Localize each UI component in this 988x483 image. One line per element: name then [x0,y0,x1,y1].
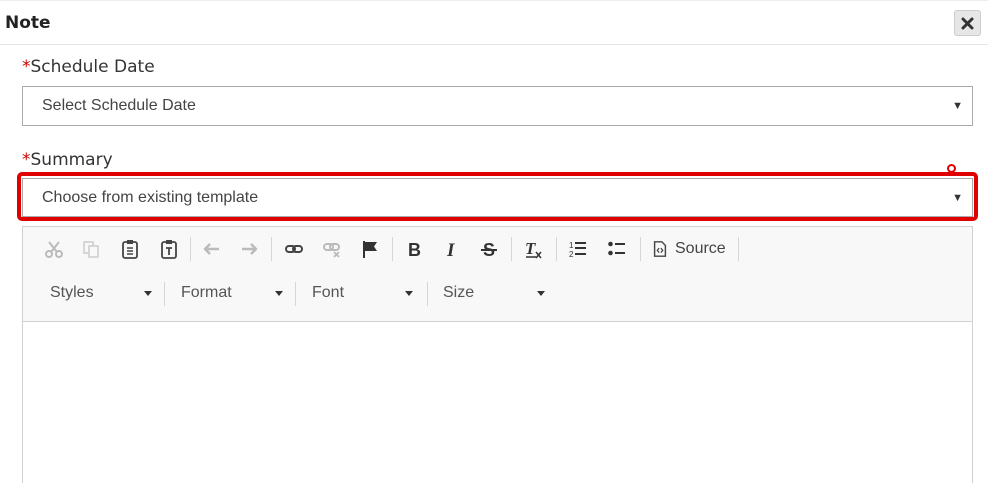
italic-icon: I [446,240,455,259]
bulleted-list-button[interactable] [604,236,630,262]
bulleted-list-icon [608,241,625,256]
styles-combo[interactable]: Styles [50,281,160,307]
link-button[interactable] [281,236,307,262]
bold-icon: B [408,240,421,259]
highlight-box [17,172,978,221]
strikethrough-button[interactable]: S [476,236,502,262]
paste-button[interactable] [117,236,143,262]
toolbar-separator [271,237,272,261]
redo-icon [242,243,258,255]
undo-icon [203,243,219,255]
schedule-date-label: *Schedule Date [22,57,155,77]
font-combo-label: Font [312,284,345,301]
summary-label-text: Summary [30,150,113,170]
clipboard-icon [122,240,138,259]
source-label: Source [675,240,726,257]
format-combo[interactable]: Format [181,281,291,307]
size-combo-label: Size [443,284,475,301]
chevron-down-icon [275,291,283,296]
toolbar-separator [427,282,428,306]
toolbar-separator [738,237,739,261]
summary-label: *Summary [22,150,113,170]
redo-button[interactable] [236,236,262,262]
toolbar-separator [640,237,641,261]
toolbar-separator [511,237,512,261]
required-marker: * [22,150,31,170]
unlink-button[interactable] [319,236,345,262]
anchor-button[interactable] [357,236,383,262]
chevron-down-icon [537,291,545,296]
dialog-header: Note [0,0,988,45]
dialog-title: Note [5,13,51,33]
svg-text:1: 1 [569,241,574,250]
numbered-list-button[interactable]: 12 [565,236,591,262]
font-combo[interactable]: Font [312,281,422,307]
toolbar-separator [295,282,296,306]
remove-format-button[interactable]: T [520,236,546,262]
paste-text-icon [161,240,177,259]
editor-content-area[interactable] [23,323,972,483]
svg-text:T: T [525,239,536,258]
required-marker: * [22,57,31,77]
editor-toolbar: B I S T 12 Source Styles Format Font Siz… [23,227,972,322]
dropdown-arrow-icon: ▼ [952,100,963,112]
unlink-icon [323,243,340,258]
schedule-date-value: Select Schedule Date [42,97,196,114]
rich-text-editor: B I S T 12 Source Styles Format Font Siz… [22,226,973,483]
cut-button[interactable] [41,236,67,262]
bold-button[interactable]: B [401,236,427,262]
toolbar-separator [392,237,393,261]
toolbar-separator [556,237,557,261]
source-button[interactable]: Source [651,236,726,262]
undo-button[interactable] [199,236,225,262]
svg-text:B: B [408,240,421,259]
source-icon [653,241,667,257]
close-button[interactable] [954,10,981,36]
copy-button[interactable] [78,236,104,262]
size-combo[interactable]: Size [443,281,553,307]
remove-format-icon: T [525,239,542,259]
flag-icon [363,241,377,258]
format-combo-label: Format [181,284,232,301]
paste-text-button[interactable] [156,236,182,262]
italic-button[interactable]: I [438,236,464,262]
styles-combo-label: Styles [50,284,94,301]
svg-text:I: I [446,240,455,259]
link-icon [285,245,303,253]
chevron-down-icon [144,291,152,296]
close-icon [961,17,974,29]
strikethrough-icon: S [481,240,497,259]
schedule-date-label-text: Schedule Date [30,57,155,77]
copy-icon [83,241,99,258]
numbered-list-icon: 12 [569,241,586,259]
schedule-date-select[interactable]: Select Schedule Date ▼ [22,86,973,126]
svg-text:2: 2 [569,250,574,259]
toolbar-separator [190,237,191,261]
chevron-down-icon [405,291,413,296]
scissors-icon [45,241,63,258]
toolbar-separator [164,282,165,306]
